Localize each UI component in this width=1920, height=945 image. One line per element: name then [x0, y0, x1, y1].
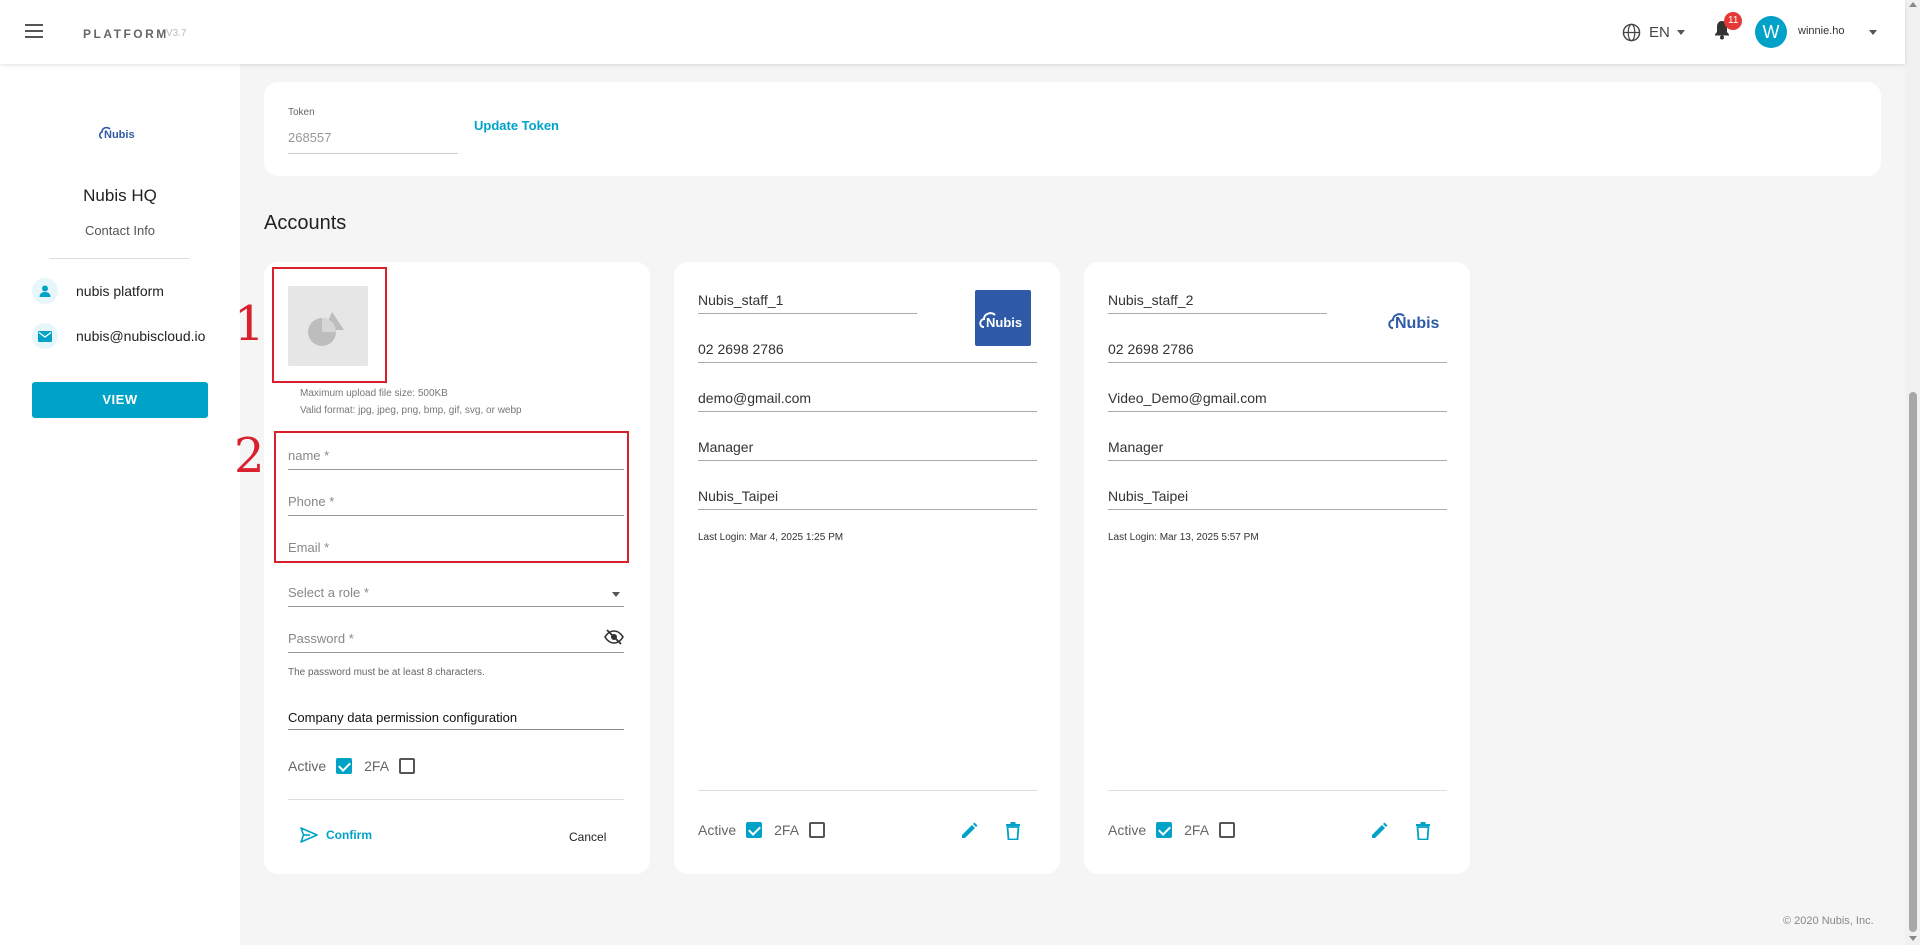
visibility-off-icon[interactable] [604, 629, 624, 648]
annotation-box-2 [274, 431, 629, 563]
account-role-field: Manager [698, 431, 1037, 461]
edit-pencil-icon[interactable] [1370, 822, 1388, 845]
role-select-placeholder: Select a role * [288, 585, 369, 600]
password-hint: The password must be at least 8 characte… [288, 667, 485, 678]
account-card: Nubis_staff_2 Nubis 02 2698 2786 Video_D… [1084, 262, 1470, 874]
account-location-field: Nubis_Taipei [1108, 480, 1447, 510]
account-status-checkboxes: Active 2FA [698, 822, 837, 838]
username-label[interactable]: winnie.ho [1798, 25, 1844, 37]
dropdown-arrow-icon [612, 592, 624, 597]
delete-trash-icon[interactable] [1415, 822, 1431, 845]
confirm-button[interactable]: Confirm [300, 827, 372, 843]
language-label: EN [1649, 23, 1670, 41]
contact-name-text: nubis platform [76, 283, 164, 299]
password-input[interactable]: Password * [288, 621, 624, 653]
hamburger-menu-icon[interactable] [25, 24, 43, 38]
account-email-field: demo@gmail.com [698, 382, 1037, 412]
delete-trash-icon[interactable] [1005, 822, 1021, 845]
twofa-checkbox[interactable] [399, 758, 416, 774]
account-location-field: Nubis_Taipei [698, 480, 1037, 510]
form-divider [288, 799, 624, 800]
account-email-field: Video_Demo@gmail.com [1108, 382, 1447, 412]
permission-config-field[interactable]: Company data permission configuration [288, 700, 624, 730]
twofa-checkbox[interactable] [809, 822, 826, 838]
account-phone-field: 02 2698 2786 [698, 333, 1037, 363]
upload-format-hint: Valid format: jpg, jpeg, png, bmp, gif, … [300, 405, 522, 416]
send-icon [300, 827, 318, 843]
upload-size-hint: Maximum upload file size: 500KB [300, 388, 448, 399]
active-label: Active [698, 822, 737, 838]
svg-text:Nubis: Nubis [104, 129, 135, 141]
last-login-text: Last Login: Mar 13, 2025 5:57 PM [1108, 532, 1259, 543]
card-divider [1108, 790, 1447, 791]
scroll-down-arrow-icon[interactable] [1909, 936, 1917, 941]
nubis-logo: Nubis [98, 120, 142, 149]
edit-pencil-icon[interactable] [960, 822, 978, 845]
twofa-label: 2FA [1184, 822, 1210, 838]
sidebar-divider [49, 258, 189, 259]
footer-copyright: © 2020 Nubis, Inc. [1783, 915, 1874, 927]
twofa-checkbox[interactable] [1219, 822, 1236, 838]
account-logo-text: Nubis [1395, 315, 1440, 332]
active-checkbox[interactable] [1156, 822, 1173, 838]
token-field: 268557 [288, 130, 458, 154]
token-card: Token 268557 Update Token [264, 82, 1881, 176]
account-role-field: Manager [1108, 431, 1447, 461]
notification-count-badge: 11 [1724, 12, 1743, 30]
annotation-box-1 [272, 267, 387, 383]
view-button[interactable]: VIEW [32, 382, 208, 418]
active-label: Active [1108, 822, 1147, 838]
account-card: Nubis_staff_1 Nubis 02 2698 2786 demo@gm… [674, 262, 1060, 874]
annotation-number-2: 2 [234, 428, 265, 484]
password-placeholder: Password * [288, 631, 354, 646]
account-logo-text: Nubis [986, 315, 1022, 330]
contact-info-label: Contact Info [84, 223, 156, 238]
chevron-down-icon [1676, 29, 1685, 35]
person-icon [32, 278, 58, 304]
twofa-label: 2FA [774, 822, 800, 838]
token-label: Token [288, 107, 315, 118]
user-menu-chevron-down-icon[interactable] [1869, 30, 1877, 35]
account-status-checkboxes: Active 2FA [1108, 822, 1247, 838]
account-name-field: Nubis_staff_1 [698, 284, 917, 314]
version-label: V3.7 [166, 28, 187, 39]
scrollbar-thumb[interactable] [1909, 392, 1917, 932]
vertical-scrollbar[interactable] [1905, 0, 1920, 945]
user-avatar[interactable]: W [1755, 16, 1787, 48]
active-checkbox[interactable] [336, 758, 353, 774]
role-select[interactable]: Select a role * [288, 575, 624, 607]
mail-icon [32, 323, 58, 349]
contact-row-email: nubis@nubiscloud.io [32, 323, 205, 349]
annotation-number-1: 1 [234, 296, 265, 352]
platform-brand: PLATFORM [83, 27, 169, 41]
form-status-checkboxes: Active 2FA [288, 758, 427, 774]
account-phone-field: 02 2698 2786 [1108, 333, 1447, 363]
company-name: Nubis HQ [83, 186, 157, 205]
top-bar: PLATFORM V3.7 EN 11 W winnie.ho [0, 0, 1905, 64]
card-divider [698, 790, 1037, 791]
contact-email-text: nubis@nubiscloud.io [76, 328, 206, 344]
accounts-heading: Accounts [264, 212, 347, 234]
active-label: Active [288, 758, 327, 774]
language-selector[interactable]: EN [1622, 21, 1685, 43]
account-name-field: Nubis_staff_2 [1108, 284, 1327, 314]
confirm-label: Confirm [326, 828, 372, 842]
globe-icon [1622, 23, 1641, 41]
company-sidebar: Nubis Nubis HQ Contact Info nubis platfo… [0, 64, 240, 945]
update-token-button[interactable]: Update Token [474, 118, 559, 133]
active-checkbox[interactable] [746, 822, 763, 838]
twofa-label: 2FA [364, 758, 390, 774]
contact-row-name: nubis platform [32, 278, 164, 304]
cancel-button[interactable]: Cancel [569, 830, 606, 844]
scroll-up-arrow-icon[interactable] [1909, 2, 1917, 7]
last-login-text: Last Login: Mar 4, 2025 1:25 PM [698, 532, 844, 543]
